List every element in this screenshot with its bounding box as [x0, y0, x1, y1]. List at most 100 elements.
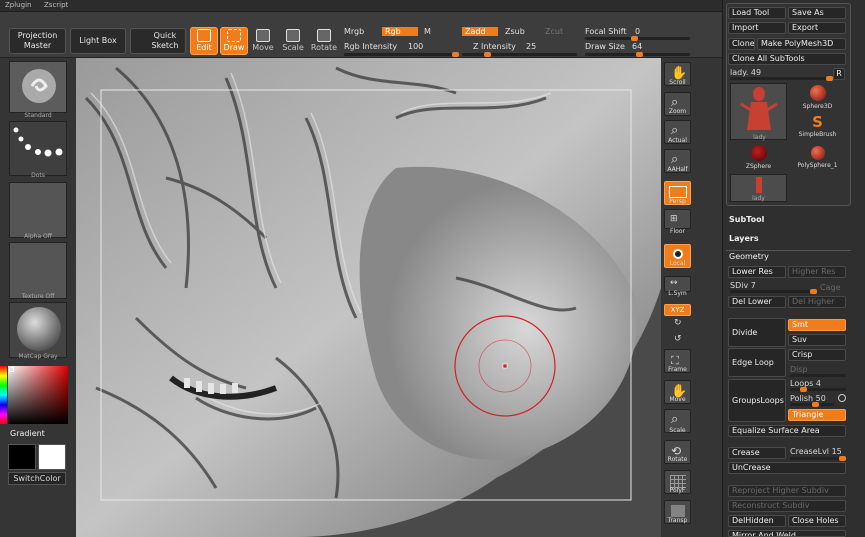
zsub-button[interactable]: Zsub [505, 27, 525, 36]
rotate-view-label: Rotate [667, 456, 688, 463]
crease-lvl-slider-label[interactable]: CreaseLvl 15 [790, 447, 842, 456]
hue-strip[interactable] [0, 366, 7, 424]
close-holes-button[interactable]: Close Holes [788, 515, 846, 527]
rotate-y-icon[interactable]: ↻ [674, 318, 682, 328]
edit-mode-button[interactable]: Edit [190, 27, 218, 55]
loops-slider[interactable] [790, 387, 846, 392]
tool-thumb-lady-2[interactable]: lady [730, 174, 787, 202]
gradient-toggle[interactable]: Gradient [10, 429, 45, 438]
sculpt-model [76, 58, 661, 537]
reconstruct-subdiv-button[interactable]: Reconstruct Subdiv [728, 500, 846, 512]
color-picker[interactable] [8, 366, 68, 424]
tool-slider[interactable] [730, 76, 833, 81]
clone-button[interactable]: Clone [728, 38, 755, 50]
clone-all-subtools-button[interactable]: Clone All SubTools [728, 53, 846, 65]
rgb-intensity-slider[interactable] [344, 52, 459, 57]
rotate-z-icon[interactable]: ↺ [674, 334, 682, 344]
draw-size-slider[interactable] [585, 52, 690, 57]
del-hidden-button[interactable]: DelHidden [728, 515, 786, 527]
crease-button[interactable]: Crease [728, 447, 786, 459]
cage-button[interactable]: Cage [820, 283, 841, 292]
local-icon [673, 249, 683, 259]
crease-lvl-label: CreaseLvl [790, 447, 830, 456]
brush-selector[interactable] [9, 61, 67, 113]
alpha-label: Alpha Off [24, 233, 52, 240]
export-button[interactable]: Export [788, 22, 846, 34]
scroll-label: Scroll [669, 79, 686, 86]
xyz-button[interactable]: XYZ [664, 304, 691, 316]
tool-thumb-lady[interactable]: lady [730, 83, 787, 141]
alpha-selector[interactable] [9, 182, 67, 238]
mrgb-button[interactable]: Mrgb [344, 27, 364, 36]
aahalf-icon: ⌕ [671, 152, 679, 167]
del-lower-button[interactable]: Del Lower [728, 296, 786, 308]
main-color-swatch[interactable] [8, 444, 36, 470]
crisp-toggle[interactable]: Crisp [788, 349, 846, 361]
edge-loop-button[interactable]: Edge Loop [728, 348, 786, 377]
zadd-button[interactable]: Zadd [462, 27, 498, 36]
projection-master-button[interactable]: Projection Master [9, 28, 66, 54]
stroke-selector[interactable] [9, 121, 67, 176]
tool-thumb-simplebrush[interactable]: S SimpleBrush [789, 113, 846, 143]
light-box-button[interactable]: Light Box [70, 28, 126, 54]
sdiv-slider-label[interactable]: SDiv 7 [730, 281, 756, 290]
rotate-icon [317, 29, 331, 42]
del-higher-button[interactable]: Del Higher [788, 296, 846, 308]
disp-slider[interactable] [790, 374, 846, 377]
canvas-viewport[interactable] [76, 58, 661, 537]
draw-label: Draw [223, 43, 245, 52]
simplebrush-icon: S [812, 113, 823, 131]
menu-zplugin[interactable]: Zplugin [0, 0, 36, 10]
material-selector[interactable] [9, 302, 67, 358]
floor-button[interactable]: ⊞ [664, 209, 691, 229]
z-intensity-slider[interactable] [462, 52, 577, 57]
polish-slider-label[interactable]: Polish 50 [790, 394, 826, 403]
polish-slider[interactable] [790, 402, 834, 407]
sdiv-slider[interactable] [730, 289, 817, 294]
m-button[interactable]: M [424, 27, 431, 36]
uncrease-button[interactable]: UnCrease [728, 462, 846, 474]
import-button[interactable]: Import [728, 22, 786, 34]
reproject-higher-subdiv-button[interactable]: Reproject Higher Subdiv [728, 485, 846, 497]
mirror-and-weld-button[interactable]: Mirror And Weld [728, 530, 846, 537]
make-polymesh-button[interactable]: Make PolyMesh3D [757, 38, 846, 50]
geometry-header[interactable]: Geometry [729, 252, 769, 261]
texture-selector[interactable] [9, 242, 67, 299]
higher-res-button[interactable]: Higher Res [788, 266, 846, 278]
draw-mode-button[interactable]: Draw [220, 27, 248, 55]
color-picker-handle[interactable] [9, 367, 14, 372]
z-intensity-label: Z Intensity [473, 42, 516, 51]
subtool-header[interactable]: SubTool [729, 215, 764, 224]
scale-mode-button[interactable]: Scale [280, 27, 306, 55]
crease-lvl-slider[interactable] [790, 456, 846, 461]
focal-shift-slider[interactable] [585, 36, 690, 41]
smt-toggle[interactable]: Smt [788, 319, 846, 331]
triangle-toggle[interactable]: Triangle [788, 409, 846, 421]
save-as-button[interactable]: Save As [788, 7, 846, 19]
zcut-button[interactable]: Zcut [545, 27, 563, 36]
layers-header[interactable]: Layers [729, 234, 759, 243]
rgb-button[interactable]: Rgb [382, 27, 418, 36]
load-tool-button[interactable]: Load Tool [728, 7, 786, 19]
perspective-icon [669, 186, 687, 198]
r-button[interactable]: R [833, 68, 845, 80]
polish-label: Polish [790, 394, 814, 403]
disp-slider-label[interactable]: Disp [790, 365, 808, 374]
lower-res-button[interactable]: Lower Res [728, 266, 786, 278]
equalize-surface-area-button[interactable]: Equalize Surface Area [728, 425, 846, 437]
move-mode-button[interactable]: Move [250, 27, 276, 55]
tool-thumb-sphere3d[interactable]: Sphere3D [789, 83, 846, 113]
groups-loops-button[interactable]: GroupsLoops [728, 379, 786, 422]
rotate-mode-button[interactable]: Rotate [310, 27, 338, 55]
tool-thumb-polysphere[interactable]: PolySphere_1 [789, 143, 846, 173]
transparency-icon [671, 505, 685, 517]
tool-thumb-zsphere[interactable]: ZSphere [730, 143, 787, 173]
divide-button[interactable]: Divide [728, 318, 786, 347]
menu-zscript[interactable]: Zscript [39, 0, 73, 10]
switch-color-button[interactable]: SwitchColor [8, 472, 66, 485]
secondary-color-swatch[interactable] [38, 444, 66, 470]
quick-sketch-button[interactable]: Quick Sketch [130, 28, 186, 54]
polish-circle-toggle[interactable] [838, 394, 846, 402]
lady-small-icon [755, 177, 762, 193]
suv-toggle[interactable]: Suv [788, 334, 846, 346]
